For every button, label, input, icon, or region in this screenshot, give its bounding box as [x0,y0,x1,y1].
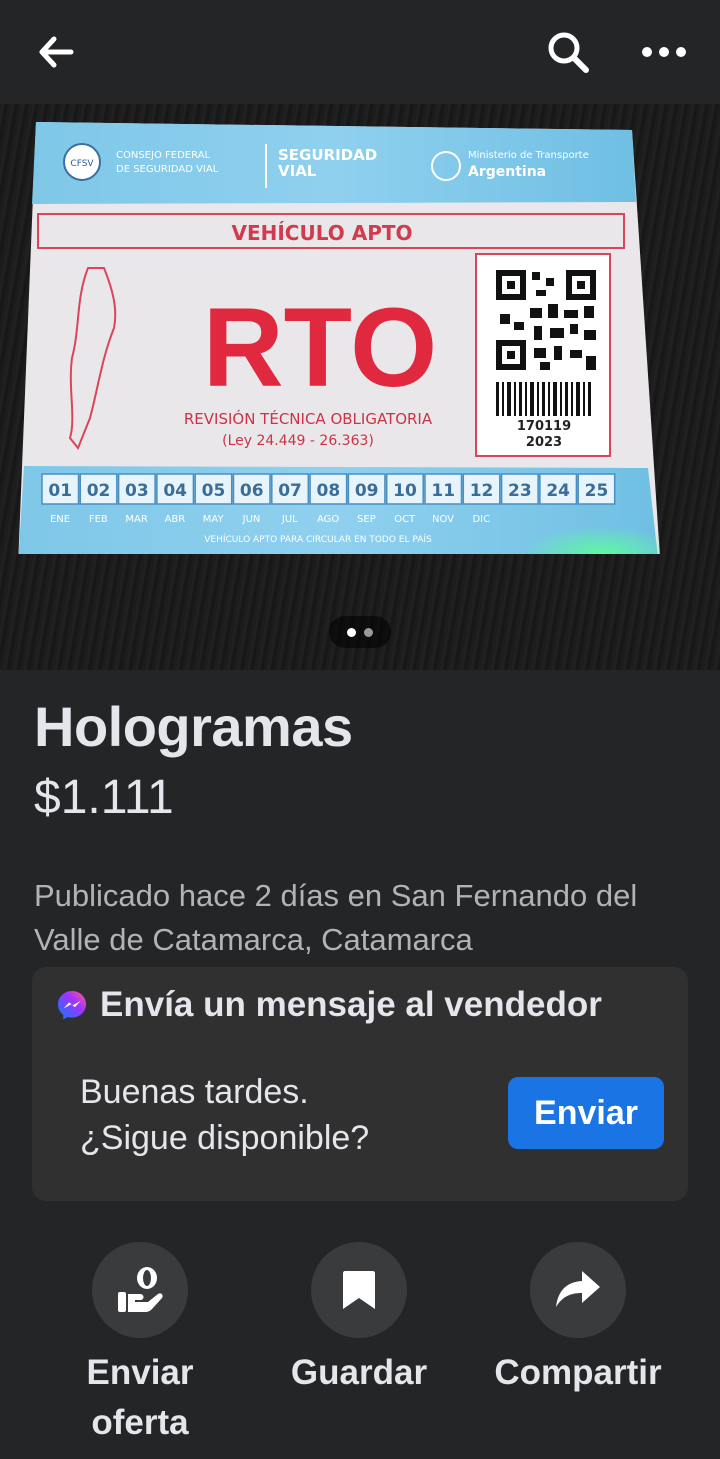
sticker-month: ABR [165,514,186,525]
sticker-month: ENE [50,514,70,525]
share-arrow-icon [556,1271,600,1307]
sticker-month: FEB [89,514,108,525]
message-card-title: Envía un mensaje al vendedor [100,985,602,1024]
message-line-2: ¿Sigue disponible? [80,1119,370,1157]
listing-price: $1.111 [34,771,174,824]
save-label: Guardar [290,1353,428,1392]
rto-label: RTO [203,285,437,410]
bookmark-icon [343,1271,375,1309]
send-offer-action[interactable]: Enviar oferta [40,1242,240,1448]
rto-sticker-image: CFSV CONSEJO FEDERAL DE SEGURIDAD VIAL S… [18,122,660,554]
message-draft[interactable]: Buenas tardes. ¿Sigue disponible? [80,1069,369,1161]
org-line2: DE SEGURIDAD VIAL [116,164,219,175]
more-options-button[interactable] [634,22,694,82]
send-offer-label: Enviar oferta [87,1348,194,1448]
status-label: VEHÍCULO APTO [231,221,412,245]
listing-photo[interactable]: CFSV CONSEJO FEDERAL DE SEGURIDAD VIAL S… [0,104,720,670]
year-label: 2023 [526,435,562,450]
share-button[interactable] [530,1242,626,1338]
sticker-number: 07 [278,481,302,501]
ministry-label: Ministerio de Transporte [468,150,589,161]
pager-dot-active [347,627,356,637]
photo-pager[interactable] [329,616,391,648]
save-action[interactable]: Guardar [259,1242,459,1398]
top-bar [0,0,720,104]
country-label: Argentina [468,164,546,180]
sticker-month: JUL [281,514,298,525]
sticker-number: 05 [202,481,226,501]
org-line1: CONSEJO FEDERAL [116,150,210,161]
sticker-number: 06 [240,481,264,501]
sticker-number: 04 [163,481,187,501]
message-card-header: Envía un mensaje al vendedor [56,985,602,1025]
message-seller-card: Envía un mensaje al vendedor Buenas tard… [32,967,688,1201]
seguridad-line2: VIAL [278,162,317,180]
listing-title: Hologramas [34,695,353,758]
messenger-icon [58,991,86,1020]
org-badge: CFSV [70,159,94,169]
offer-hand-icon [118,1267,163,1312]
search-icon [548,32,589,73]
send-offer-button[interactable] [92,1242,188,1338]
sticker-number: 03 [125,481,149,501]
send-offer-label-line1: Enviar [86,1353,194,1392]
message-line-1: Buenas tardes. [80,1073,309,1111]
sticker-number: 08 [317,481,341,501]
back-arrow-icon [39,36,74,68]
pager-dot [364,627,373,637]
back-button[interactable] [26,22,86,82]
share-label: Compartir [494,1353,662,1392]
search-button[interactable] [538,22,598,82]
sticker-month: MAR [125,514,147,525]
sticker-number: 02 [87,481,111,501]
send-offer-label-line2: oferta [91,1403,189,1442]
sticker-month: MAY [203,514,225,525]
more-icon [642,47,686,57]
serial-label: 170119 [517,419,571,434]
sticker-month: AGO [317,514,339,525]
save-button[interactable] [311,1242,407,1338]
share-action[interactable]: Compartir [478,1242,678,1398]
listing-posted-info: Publicado hace 2 días en San Fernando de… [34,878,638,957]
sticker-number: 01 [48,481,72,501]
sticker-month: JUN [242,514,261,525]
send-message-button[interactable]: Enviar [508,1077,664,1149]
law-label: (Ley 24.449 - 26.363) [222,433,374,449]
rto-full-label: REVISIÓN TÉCNICA OBLIGATORIA [184,409,433,428]
